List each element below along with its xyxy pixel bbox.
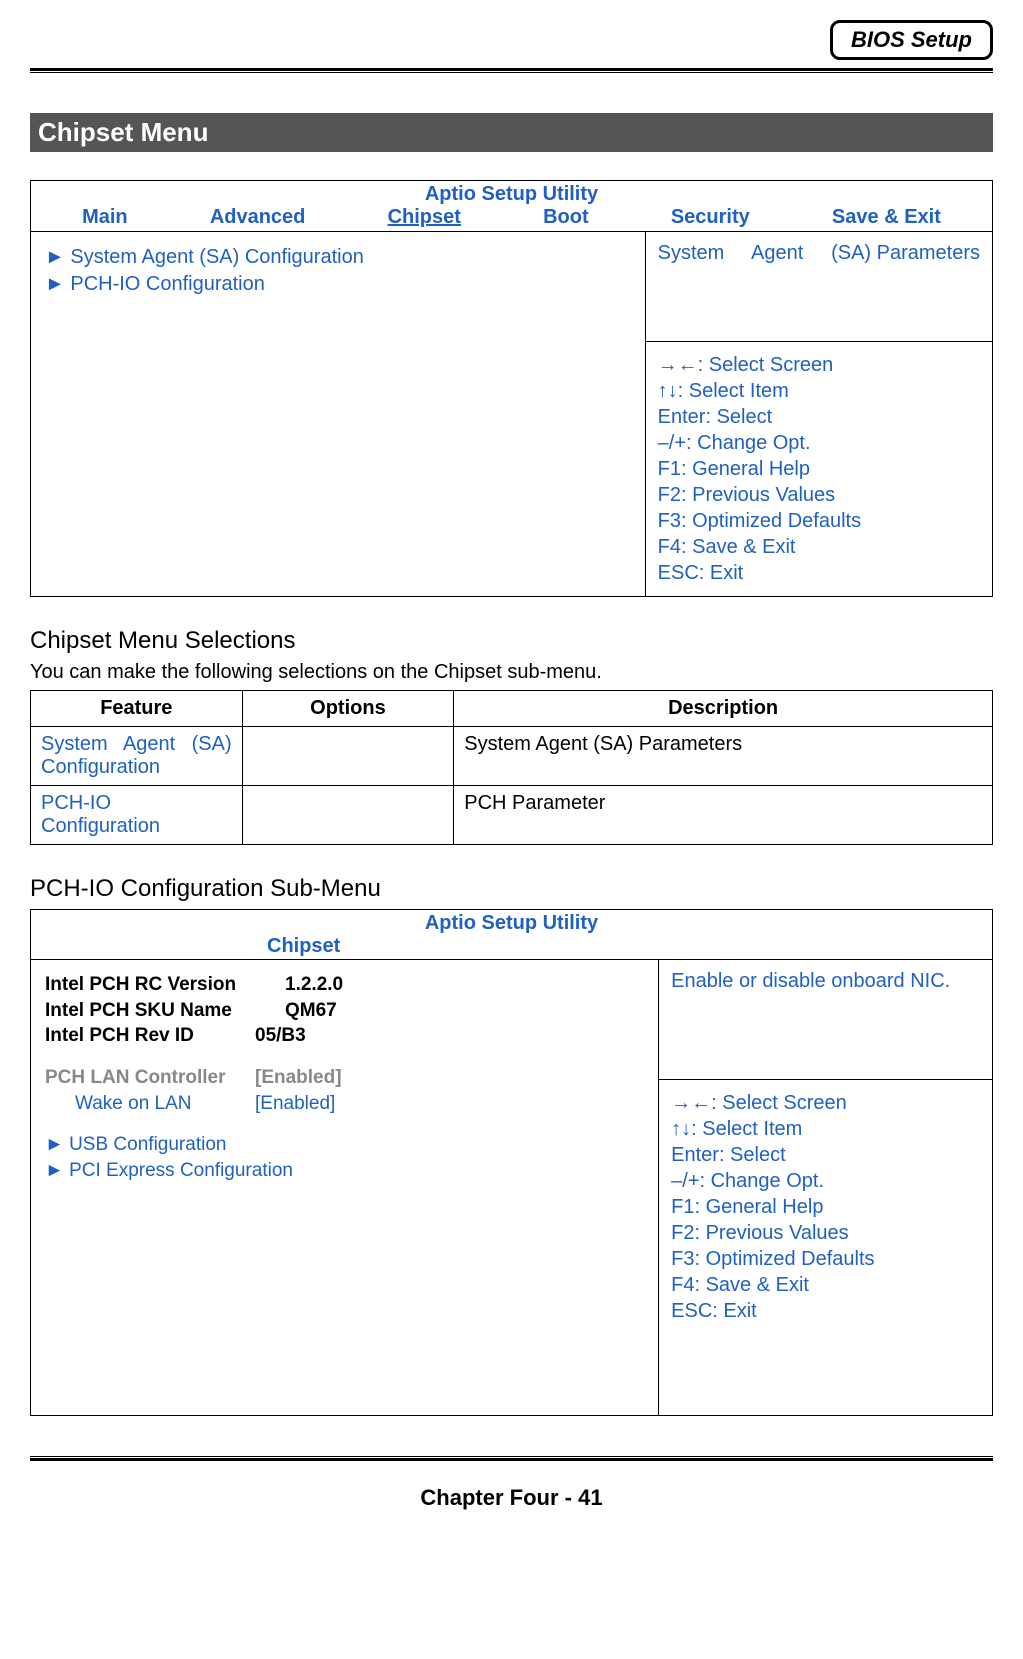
feature-cell: System Agent (SA) Configuration (31, 727, 243, 786)
help-line: ESC: Exit (671, 1298, 980, 1324)
help-line: ↑↓: Select Item (658, 378, 980, 404)
menu-item-pcie-config[interactable]: ► PCI Express Configuration (45, 1158, 644, 1184)
bios-help-text: System Agent (SA) Parameters (658, 242, 980, 264)
help-line: Enter: Select (658, 404, 980, 430)
help-line: F3: Optimized Defaults (671, 1246, 980, 1272)
help-line: F4: Save & Exit (671, 1272, 980, 1298)
bios-help-description: System Agent (SA) Parameters (646, 232, 992, 342)
help-line: ESC: Exit (658, 560, 980, 586)
footer-text: Chapter Four - 41 (30, 1485, 993, 1511)
help-line: F2: Previous Values (671, 1220, 980, 1246)
bios-body: ► System Agent (SA) Configuration ► PCH-… (31, 232, 992, 596)
bios-tab-chipset-sub[interactable]: Chipset (261, 935, 346, 957)
config-value: [Enabled] (255, 1065, 342, 1091)
help-line: F1: General Help (671, 1194, 980, 1220)
bios-help-description-2: Enable or disable onboard NIC. (659, 960, 992, 1080)
th-options: Options (242, 691, 454, 727)
selections-table: Feature Options Description System Agent… (30, 690, 993, 845)
description-cell: PCH Parameter (454, 786, 993, 845)
th-feature: Feature (31, 691, 243, 727)
info-value: 05/B3 (255, 1023, 306, 1049)
help-line: F4: Save & Exit (658, 534, 980, 560)
help-line: –/+: Change Opt. (671, 1168, 980, 1194)
bios-right-pane-2: Enable or disable onboard NIC. →←: Selec… (658, 960, 992, 1415)
selections-intro: You can make the following selections on… (30, 661, 993, 684)
help-line: F2: Previous Values (658, 482, 980, 508)
bios-tab-row: Main Advanced Chipset Boot Security Save… (31, 206, 992, 232)
config-value: [Enabled] (255, 1091, 335, 1117)
options-cell (242, 727, 454, 786)
info-label: Intel PCH Rev ID (45, 1023, 255, 1049)
table-row: PCH-IO Configuration PCH Parameter (31, 786, 993, 845)
help-line: F1: General Help (658, 456, 980, 482)
config-row-wol[interactable]: Wake on LAN [Enabled] (45, 1091, 644, 1117)
info-value: QM67 (285, 998, 337, 1024)
table-row: System Agent (SA) Configuration System A… (31, 727, 993, 786)
menu-item-sa-config[interactable]: ► System Agent (SA) Configuration (45, 244, 631, 271)
config-row-pch-lan[interactable]: PCH LAN Controller [Enabled] (45, 1065, 644, 1091)
section-title: Chipset Menu (30, 113, 993, 152)
help-line: →←: Select Screen (658, 352, 980, 378)
options-cell (242, 786, 454, 845)
bios-tab-security[interactable]: Security (665, 206, 756, 229)
footer-rule (30, 1456, 993, 1461)
bios-utility-title-2: Aptio Setup Utility (31, 910, 992, 935)
info-row: Intel PCH Rev ID 05/B3 (45, 1023, 644, 1049)
help-line: Enter: Select (671, 1142, 980, 1168)
bios-box-pch-io: Aptio Setup Utility Chipset Intel PCH RC… (30, 909, 993, 1416)
info-row: Intel PCH RC Version 1.2.2.0 (45, 972, 644, 998)
config-label: PCH LAN Controller (45, 1065, 255, 1091)
help-line: →←: Select Screen (671, 1090, 980, 1116)
bios-tab-main[interactable]: Main (76, 206, 134, 229)
help-line: –/+: Change Opt. (658, 430, 980, 456)
bios-right-pane: System Agent (SA) Parameters →←: Select … (645, 232, 992, 596)
bios-tab-save-exit[interactable]: Save & Exit (826, 206, 947, 229)
info-value: 1.2.2.0 (285, 972, 343, 998)
bios-utility-title: Aptio Setup Utility (31, 181, 992, 206)
bios-tab-boot[interactable]: Boot (537, 206, 595, 229)
header-rule (30, 68, 993, 73)
info-row: Intel PCH SKU Name QM67 (45, 998, 644, 1024)
config-label: Wake on LAN (45, 1091, 255, 1117)
bios-key-help-2: →←: Select Screen ↑↓: Select Item Enter:… (659, 1080, 992, 1334)
description-cell: System Agent (SA) Parameters (454, 727, 993, 786)
bios-tab-chipset[interactable]: Chipset (382, 206, 467, 229)
menu-item-pch-io[interactable]: ► PCH-IO Configuration (45, 271, 631, 298)
bios-box-chipset: Aptio Setup Utility Main Advanced Chipse… (30, 180, 993, 597)
pch-io-heading: PCH-IO Configuration Sub-Menu (30, 875, 993, 903)
th-description: Description (454, 691, 993, 727)
bios-left-pane: ► System Agent (SA) Configuration ► PCH-… (31, 232, 645, 596)
bios-tab-row-sub: Chipset (31, 935, 992, 960)
bios-body-2: Intel PCH RC Version 1.2.2.0 Intel PCH S… (31, 960, 992, 1415)
feature-cell: PCH-IO Configuration (31, 786, 243, 845)
info-label: Intel PCH SKU Name (45, 998, 285, 1024)
help-line: F3: Optimized Defaults (658, 508, 980, 534)
bios-key-help: →←: Select Screen ↑↓: Select Item Enter:… (646, 342, 992, 596)
menu-item-usb-config[interactable]: ► USB Configuration (45, 1132, 644, 1158)
bios-left-pane-2: Intel PCH RC Version 1.2.2.0 Intel PCH S… (31, 960, 658, 1415)
info-label: Intel PCH RC Version (45, 972, 285, 998)
bios-tab-advanced[interactable]: Advanced (204, 206, 312, 229)
table-header-row: Feature Options Description (31, 691, 993, 727)
selections-heading: Chipset Menu Selections (30, 627, 993, 655)
header-tag: BIOS Setup (830, 20, 993, 60)
help-line: ↑↓: Select Item (671, 1116, 980, 1142)
